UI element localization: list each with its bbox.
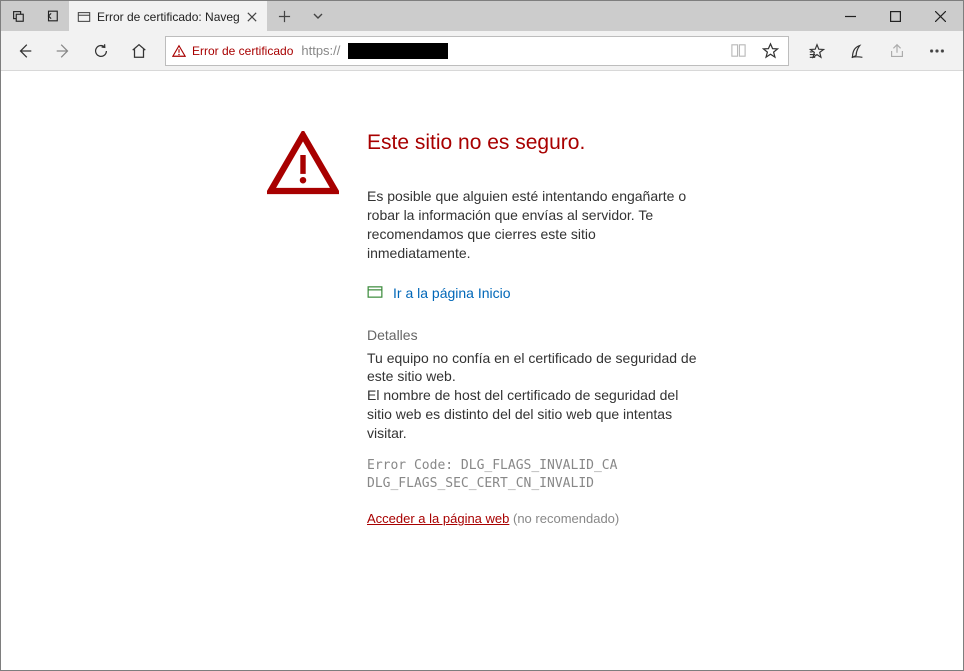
- page-content: Este sitio no es seguro. Es posible que …: [1, 71, 963, 670]
- proceed-link[interactable]: Acceder a la página web: [367, 511, 509, 526]
- error-title: Este sitio no es seguro.: [367, 131, 697, 155]
- minimize-button[interactable]: [828, 1, 873, 31]
- toolbar: Error de certificado https://: [1, 31, 963, 71]
- proceed-note: (no recomendado): [513, 511, 619, 526]
- share-icon[interactable]: [877, 35, 917, 67]
- cert-error-label: Error de certificado: [192, 44, 293, 58]
- url-host-redacted: [348, 43, 448, 59]
- browser-tab[interactable]: Error de certificado: Navegación bloquea…: [69, 1, 267, 31]
- warning-triangle-icon: [172, 44, 186, 58]
- address-bar[interactable]: Error de certificado https://: [165, 36, 789, 66]
- notes-icon[interactable]: [837, 35, 877, 67]
- maximize-button[interactable]: [873, 1, 918, 31]
- tab-title: Error de certificado: Navegación bloquea…: [97, 10, 239, 24]
- forward-button[interactable]: [45, 35, 81, 67]
- more-menu-icon[interactable]: [917, 35, 957, 67]
- go-home-link[interactable]: Ir a la página Inicio: [393, 285, 511, 301]
- page-icon: [77, 10, 91, 24]
- titlebar: Error de certificado: Navegación bloquea…: [1, 1, 963, 31]
- close-tab-icon[interactable]: [245, 10, 259, 24]
- home-button[interactable]: [121, 35, 157, 67]
- details-text: Tu equipo no confía en el certificado de…: [367, 349, 697, 443]
- url-protocol: https://: [301, 43, 340, 58]
- error-message: Es posible que alguien esté intentando e…: [367, 187, 697, 263]
- tab-preview-icon[interactable]: [1, 1, 35, 31]
- favorites-hub-icon[interactable]: [797, 35, 837, 67]
- close-window-button[interactable]: [918, 1, 963, 31]
- error-code: Error Code: DLG_FLAGS_INVALID_CA DLG_FLA…: [367, 457, 697, 493]
- cert-error-indicator[interactable]: Error de certificado: [172, 44, 293, 58]
- warning-triangle-icon: [267, 131, 339, 670]
- details-heading: Detalles: [367, 327, 697, 343]
- refresh-button[interactable]: [83, 35, 119, 67]
- tab-expand-icon[interactable]: [301, 1, 335, 31]
- new-tab-button[interactable]: [267, 1, 301, 31]
- favorite-star-icon[interactable]: [758, 42, 782, 59]
- set-aside-tabs-icon[interactable]: [35, 1, 69, 31]
- reading-view-icon[interactable]: [726, 42, 750, 59]
- home-page-icon: [367, 285, 383, 301]
- back-button[interactable]: [7, 35, 43, 67]
